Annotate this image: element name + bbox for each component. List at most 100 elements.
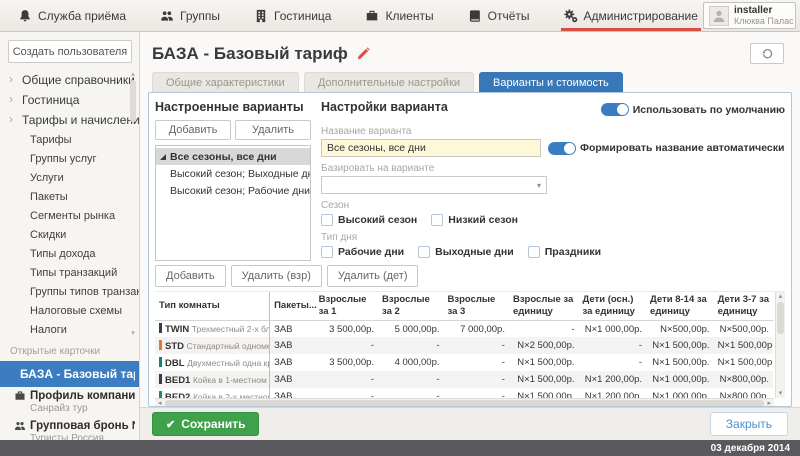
history-button[interactable] xyxy=(750,43,784,64)
scrollbar-thumb[interactable] xyxy=(777,302,784,334)
column-header[interactable]: Дети (осн.) за единицу xyxy=(579,292,647,320)
tab-general[interactable]: Общие характеристики xyxy=(152,72,299,92)
card-base-tariff[interactable]: БАЗА - Базовый тариф xyxy=(0,361,139,387)
delete-adult-price-button[interactable]: Удалить (взр) xyxy=(231,265,322,287)
table-horizontal-scrollbar[interactable] xyxy=(155,398,774,407)
price-cell: 4 000,00р. xyxy=(378,354,443,371)
sidebar-tree-item[interactable]: Типы дохода xyxy=(0,244,139,263)
column-header[interactable]: Дети 8-14 за единицу xyxy=(646,292,714,320)
checkbox[interactable] xyxy=(321,246,333,258)
sidebar-tree-item[interactable]: Налоги xyxy=(0,320,139,339)
sidebar-scrollbar[interactable] xyxy=(129,71,137,337)
variant-delete-button[interactable]: Удалить xyxy=(235,120,311,140)
day-type-checkbox-option[interactable]: Рабочие дни xyxy=(321,246,404,258)
current-date: 03 декабря 2014 xyxy=(711,443,790,454)
column-header[interactable]: Взрослые за 1 xyxy=(315,292,378,320)
room-description: Двухместный одна кровать xyxy=(187,358,269,368)
column-header[interactable]: Взрослые за 2 xyxy=(378,292,443,320)
variant-name-label: Название варианта xyxy=(321,126,785,137)
scrollbar-thumb[interactable] xyxy=(165,400,765,407)
nav-item-reception[interactable]: Служба приёма xyxy=(18,0,126,31)
add-price-button[interactable]: Добавить xyxy=(155,265,226,287)
price-cell: N×1 500,00р. xyxy=(509,371,579,388)
card-group-booking[interactable]: Групповая бронь №20... Туристы Россия xyxy=(0,417,139,440)
default-toggle[interactable] xyxy=(601,103,629,116)
package-cell: ЗАВ xyxy=(270,337,315,354)
gears-icon xyxy=(564,9,578,23)
action-bar: Сохранить Закрыть xyxy=(140,407,800,440)
user-box[interactable]: installer Клюква Палас xyxy=(703,2,796,29)
delete-child-price-button[interactable]: Удалить (дет) xyxy=(327,265,419,287)
main-menu: Служба приёма Группы Гостиница Клиенты xyxy=(18,0,703,31)
card-subtitle: Санрайз тур xyxy=(14,403,135,414)
nav-item-hotel[interactable]: Гостиница xyxy=(254,0,331,31)
sidebar-tree-item[interactable]: Общие справочники xyxy=(0,70,139,90)
checkbox[interactable] xyxy=(321,214,333,226)
column-header[interactable]: Взрослые за 3 xyxy=(444,292,509,320)
save-button[interactable]: Сохранить xyxy=(152,412,259,436)
sidebar-tree-item[interactable]: Пакеты xyxy=(0,187,139,206)
season-checkbox-option[interactable]: Низкий сезон xyxy=(431,214,518,226)
scroll-up-icon[interactable] xyxy=(131,71,135,78)
sidebar-tree-item[interactable]: Скидки xyxy=(0,225,139,244)
scrollbar-thumb[interactable] xyxy=(130,80,136,122)
edit-pencil-icon[interactable] xyxy=(356,47,370,61)
nav-item-clients[interactable]: Клиенты xyxy=(365,0,433,31)
scroll-up-icon[interactable] xyxy=(779,293,783,300)
sidebar-tree-item[interactable]: Группы типов транзак... xyxy=(0,282,139,301)
column-header[interactable]: Взрослые за единицу xyxy=(509,292,579,320)
room-color-chip xyxy=(159,323,162,333)
price-table-header-row: Тип комнаты Пакеты... Взрослые за 1 Взро… xyxy=(155,292,773,320)
tab-additional[interactable]: Дополнительные настройки xyxy=(304,72,474,92)
sidebar-tree-item[interactable]: Типы транзакций xyxy=(0,263,139,282)
tab-variants[interactable]: Варианты и стоимость xyxy=(479,72,623,92)
sidebar-tree-item[interactable]: Тарифы xyxy=(0,130,139,149)
nav-item-administration[interactable]: Администрирование xyxy=(564,0,698,31)
variant-item[interactable]: Высокий сезон; Выходные дни xyxy=(156,165,310,182)
sidebar-tree-item[interactable]: Услуги xyxy=(0,168,139,187)
sidebar-tree-item[interactable]: Группы услуг xyxy=(0,149,139,168)
book-icon xyxy=(468,9,482,23)
card-company-profile[interactable]: Профиль компании Санрайз тур xyxy=(0,387,139,417)
create-user-button[interactable]: Создать пользователя xyxy=(8,40,132,63)
variant-item[interactable]: Все сезоны, все дни xyxy=(156,148,310,165)
price-table-row[interactable]: DBL Двухместный одна кровать ЗАВ 3 500,0… xyxy=(155,354,773,371)
sidebar-tree-item[interactable]: Сегменты рынка xyxy=(0,206,139,225)
scroll-down-icon[interactable] xyxy=(131,330,135,337)
price-table-row[interactable]: TWIN Трехместный 2-х блоковый ЗАВ 3 500,… xyxy=(155,320,773,337)
price-cell: - xyxy=(509,320,579,337)
column-header[interactable]: Тип комнаты xyxy=(155,292,270,320)
variant-item[interactable]: Высокий сезон; Рабочие дни xyxy=(156,182,310,199)
price-cell: - xyxy=(444,354,509,371)
checkbox[interactable] xyxy=(418,246,430,258)
nav-item-reports[interactable]: Отчёты xyxy=(468,0,530,31)
price-cell: - xyxy=(315,371,378,388)
sidebar-tree-item[interactable]: Гостиница xyxy=(0,90,139,110)
column-header[interactable]: Дети 3-7 за единицу xyxy=(714,292,773,320)
table-vertical-scrollbar[interactable] xyxy=(775,292,785,398)
variant-add-button[interactable]: Добавить xyxy=(155,120,231,140)
variant-list: Все сезоны, все дни Высокий сезон; Выход… xyxy=(155,145,311,261)
column-header[interactable]: Пакеты... xyxy=(270,292,315,320)
sidebar-tree-item[interactable]: Налоговые схемы xyxy=(0,301,139,320)
scroll-right-icon[interactable] xyxy=(767,400,771,407)
briefcase-icon xyxy=(365,9,379,23)
nav-item-groups[interactable]: Группы xyxy=(160,0,220,31)
close-button[interactable]: Закрыть xyxy=(710,412,788,436)
checkbox[interactable] xyxy=(528,246,540,258)
base-variant-select[interactable] xyxy=(321,176,547,194)
day-type-checkbox-option[interactable]: Праздники xyxy=(528,246,601,258)
auto-name-toggle[interactable] xyxy=(548,142,576,155)
day-type-checkbox-option[interactable]: Выходные дни xyxy=(418,246,514,258)
scroll-left-icon[interactable] xyxy=(158,400,162,407)
variant-name-input[interactable] xyxy=(321,139,541,157)
checkbox[interactable] xyxy=(431,214,443,226)
season-checkbox-option[interactable]: Высокий сезон xyxy=(321,214,417,226)
room-code: TWIN xyxy=(165,324,189,335)
default-toggle-label: Использовать по умолчанию xyxy=(633,104,785,116)
price-table-row[interactable]: BED1 Койка в 1-местном блоке ЗАВ - - - N… xyxy=(155,371,773,388)
scroll-down-icon[interactable] xyxy=(779,390,783,397)
day-type-label: Тип дня xyxy=(321,232,785,243)
price-table-row[interactable]: STD Стандартный одноместный ЗАВ - - - N×… xyxy=(155,337,773,354)
sidebar-tree-item[interactable]: Тарифы и начисления xyxy=(0,110,139,130)
